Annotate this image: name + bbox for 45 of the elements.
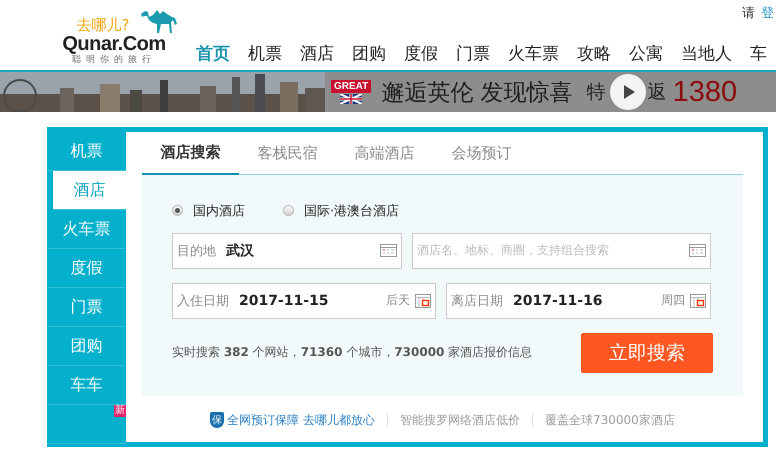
footer-text: 智能搜罗网络酒店低价 — [400, 412, 520, 429]
sidebar-item[interactable]: 酒店 — [53, 171, 126, 210]
radio-button[interactable] — [283, 205, 294, 216]
calendar-icon — [690, 294, 706, 308]
play-icon[interactable] — [610, 74, 646, 110]
nav-link[interactable]: 火车票 — [508, 42, 559, 65]
shield-icon: 保 — [210, 412, 224, 428]
nav-link[interactable]: 门票 — [456, 42, 490, 65]
new-badge: 新 — [114, 405, 126, 417]
logo-slogan: 去哪儿? — [76, 16, 130, 34]
banner-offer: 返 — [648, 80, 667, 105]
nav-link[interactable]: 团购 — [352, 42, 386, 65]
footer-text: 全网预订保障 去哪儿都放心 — [227, 412, 375, 429]
footer-text: 覆盖全球730000家酒店 — [545, 412, 675, 429]
banner-offer: 特 — [586, 80, 606, 105]
tab[interactable]: 高端酒店 — [336, 132, 433, 175]
input-field[interactable]: 离店日期 2017-11-16 周四 — [446, 282, 711, 319]
calendar-icon — [415, 294, 431, 308]
list-icon — [689, 244, 706, 258]
tab[interactable]: 客栈民宿 — [239, 132, 336, 175]
flag-icon — [340, 94, 362, 104]
login-link[interactable]: 登 — [761, 4, 774, 24]
nav-link[interactable]: 酒店 — [300, 42, 334, 65]
nav-link[interactable]: 攻略 — [577, 42, 611, 65]
banner-price: 1380 — [672, 76, 738, 108]
stats-text: 实时搜索 382 个网站，71360 个城市，730000 家酒店报价信息 — [172, 344, 532, 362]
nav-link[interactable]: 首页 — [196, 42, 230, 65]
nav-link[interactable]: 度假 — [404, 42, 438, 65]
list-icon — [380, 244, 397, 258]
nav-link[interactable]: 车 — [750, 42, 767, 65]
great-badge: GREAT — [331, 80, 372, 93]
nav-link[interactable]: 当地人 — [681, 42, 732, 65]
input-field[interactable]: 入住日期 2017-11-15 后天 — [172, 282, 436, 319]
radio-label: 国际·港澳台酒店 — [304, 202, 400, 220]
nav-link[interactable]: 公寓 — [629, 42, 663, 65]
banner-headline: 邂逅英伦 发现惊喜 — [381, 78, 573, 108]
login-prompt: 请 — [742, 5, 755, 23]
logo-wordmark: Qunar.Com — [62, 34, 166, 54]
search-button[interactable]: 立即搜索 — [581, 332, 713, 373]
nav-link[interactable]: 机票 — [248, 42, 282, 65]
radio-button[interactable] — [172, 205, 183, 216]
tab[interactable]: 会场预订 — [433, 132, 530, 175]
radio-label: 国内酒店 — [193, 202, 245, 220]
logo-tagline: 聪明你的旅行 — [72, 54, 156, 66]
input-field[interactable]: 目的地 武汉 — [172, 232, 402, 269]
